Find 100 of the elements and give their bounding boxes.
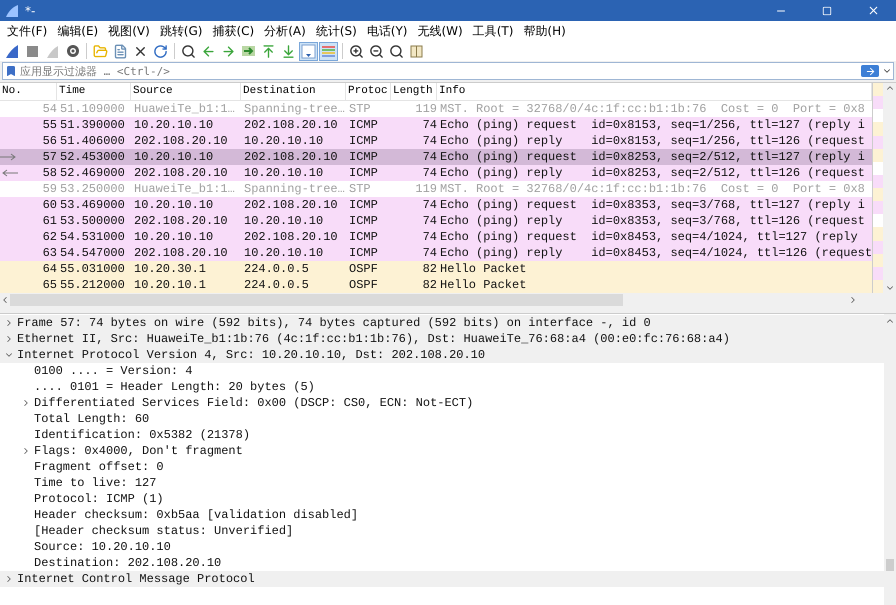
folder-icon xyxy=(93,44,108,58)
column-header[interactable]: Length xyxy=(391,83,437,100)
table-cell-text: ICMP xyxy=(348,117,379,133)
table-cell-text: 202.108.20.10 xyxy=(133,213,229,229)
table-cell-text: 51.390000 xyxy=(59,117,126,133)
menu-item[interactable]: 工具(T) xyxy=(468,21,518,41)
table-cell-text: ICMP xyxy=(348,197,379,213)
table-cell-text: ICMP xyxy=(348,133,379,149)
packet-row[interactable]: 56 51.406000 202.108.20.10 10.20.10.10 ICMP 74 Echo (ping) reply id=0x8153, seq=1/256, ttl=126 (request xyxy=(0,133,872,149)
arrow-right-icon xyxy=(864,66,876,76)
table-cell-text: 55.212000 xyxy=(59,277,126,293)
search-icon xyxy=(181,44,196,58)
table-cell-text: STP xyxy=(348,181,372,197)
table-cell-text: ICMP xyxy=(348,229,379,245)
display-filter-field[interactable]: 应用显示过滤器 … <Ctrl-/> xyxy=(2,62,894,80)
table-cell-text: 53.469000 xyxy=(59,197,126,213)
menu-item[interactable]: 编辑(E) xyxy=(52,21,104,41)
tree-row[interactable]: Frame 57: 74 bytes on wire (592 bits), 74 bytes captured (592 bits) on interface -, id 0 xyxy=(0,315,884,331)
column-header[interactable]: Source xyxy=(131,83,241,100)
table-cell-text: Echo (ping) request id=0x8353, seq=3/768, ttl=127 (reply i xyxy=(439,197,866,213)
shark-fin-icon xyxy=(5,4,19,18)
table-cell-text: 51.109000 xyxy=(59,101,126,117)
table-cell-text: 202.108.20.10 xyxy=(243,229,339,245)
table-cell-text: MST. Root = 32768/0/4c:1f:cc:b1:1b:76 Cost = 0 Port = 0x8 xyxy=(439,101,866,117)
table-cell: 65 xyxy=(42,277,57,293)
vertical-scrollbar[interactable] xyxy=(884,314,896,605)
tree-row[interactable]: Internet Protocol Version 4, Src: 10.20.10.10, Dst: 202.108.20.10 xyxy=(0,347,884,363)
table-cell-text: 202.108.20.10 xyxy=(133,245,229,261)
packet-row[interactable]: 60 53.469000 10.20.10.10 202.108.20.10 ICMP 74 Echo (ping) request id=0x8353, seq=3/768, ttl=127 (reply i xyxy=(0,197,872,213)
table-cell-text: Echo (ping) request id=0x8153, seq=1/256, ttl=127 (reply i xyxy=(439,117,866,133)
tree-row[interactable]: Ethernet II, Src: HuaweiTe_b1:1b:76 (4c:1f:cc:b1:1b:76), Dst: HuaweiTe_76:68:a4 (00:e0:fc:76:68:a4) xyxy=(0,331,884,347)
table-cell-text: 202.108.20.10 xyxy=(133,165,229,181)
table-cell-text: 52.453000 xyxy=(59,149,126,165)
table-cell-text: 74 xyxy=(422,133,437,149)
table-cell-text: 74 xyxy=(422,117,437,133)
shark-fin-icon xyxy=(45,44,60,58)
menu-item[interactable]: 文件(F) xyxy=(2,21,52,41)
tree-row[interactable]: Internet Control Message Protocol xyxy=(0,571,884,587)
table-cell: 64 xyxy=(42,261,57,277)
menu-item[interactable]: 电话(Y) xyxy=(362,21,412,41)
packet-row[interactable]: 61 53.500000 202.108.20.10 10.20.10.10 ICMP 74 Echo (ping) reply id=0x8353, seq=3/768, ttl=126 (request xyxy=(0,213,872,229)
menu-item[interactable]: 跳转(G) xyxy=(154,21,208,41)
column-header[interactable]: Destination xyxy=(241,83,346,100)
table-cell-text: 119 xyxy=(414,181,437,197)
table-cell-text: ICMP xyxy=(348,149,379,165)
packet-row[interactable]: 57 52.453000 10.20.10.10 202.108.20.10 ICMP 74 Echo (ping) request id=0x8253, seq=2/512, ttl=127 (reply i xyxy=(0,149,872,165)
menu-item[interactable]: 统计(S) xyxy=(310,21,362,41)
table-cell-text: MST. Root = 32768/0/4c:1f:cc:b1:1b:76 Cost = 0 Port = 0x8 xyxy=(439,181,866,197)
packet-row[interactable]: 62 54.531000 10.20.10.10 202.108.20.10 ICMP 74 Echo (ping) request id=0x8453, seq=4/1024, ttl=127 (reply xyxy=(0,229,872,245)
table-cell: 57 xyxy=(42,149,57,165)
menu-item[interactable]: 帮助(H) xyxy=(518,21,571,41)
table-cell-text: 10.20.10.10 xyxy=(133,117,214,133)
packet-row[interactable]: 65 55.212000 10.20.10.1 224.0.0.5 OSPF 82 Hello Packet xyxy=(0,277,872,293)
table-cell-text: 74 xyxy=(422,149,437,165)
table-cell-text: 10.20.10.10 xyxy=(243,213,324,229)
table-cell-text: Echo (ping) reply id=0x8153, seq=1/256, ttl=126 (request xyxy=(439,133,866,149)
close-icon xyxy=(866,4,880,17)
table-cell-text: 82 xyxy=(422,277,437,293)
table-cell: 62 xyxy=(42,229,57,245)
menu-item[interactable]: 视图(V) xyxy=(103,21,155,41)
table-cell-text: 10.20.30.1 xyxy=(133,261,208,277)
column-header[interactable]: No. xyxy=(0,83,57,100)
horizontal-scrollbar[interactable] xyxy=(0,293,896,307)
zoom-out-icon xyxy=(369,44,384,58)
table-cell-text: Echo (ping) reply id=0x8453, seq=4/1024, ttl=126 (request xyxy=(439,245,872,261)
table-cell-text: 74 xyxy=(422,213,437,229)
shark-fin-icon xyxy=(5,44,20,58)
menu-item[interactable]: 分析(A) xyxy=(259,21,311,41)
jump-icon xyxy=(241,44,256,58)
table-cell-text: 51.406000 xyxy=(59,133,126,149)
table-cell: 56 xyxy=(42,133,57,149)
scrollbar-thumb[interactable] xyxy=(886,559,894,571)
packet-row[interactable]: 63 54.547000 202.108.20.10 10.20.10.10 ICMP 74 Echo (ping) reply id=0x8453, seq=4/1024, ttl=126 (request xyxy=(0,245,872,261)
packet-row[interactable]: 64 55.031000 10.20.30.1 224.0.0.5 OSPF 82 Hello Packet xyxy=(0,261,872,277)
table-cell-text: 55.031000 xyxy=(59,261,126,277)
apply-filter-button[interactable] xyxy=(861,65,879,77)
table-cell-text: 52.469000 xyxy=(59,165,126,181)
bookmark-icon xyxy=(5,65,17,77)
packet-row[interactable]: 58 52.469000 202.108.20.10 10.20.10.10 ICMP 74 Echo (ping) reply id=0x8253, seq=2/512, ttl=126 (request xyxy=(0,165,872,181)
packet-minimap[interactable] xyxy=(872,83,883,293)
table-cell-text: Echo (ping) reply id=0x8253, seq=2/512, ttl=126 (request xyxy=(439,165,866,181)
zoom-reset-icon xyxy=(389,44,404,58)
scrollbar-thumb[interactable] xyxy=(10,294,623,306)
table-cell-text: 10.20.10.1 xyxy=(133,277,208,293)
forward-arrow-icon xyxy=(221,44,236,58)
column-header[interactable]: Info xyxy=(437,83,872,100)
vertical-scrollbar[interactable] xyxy=(883,83,896,293)
table-cell-text: 74 xyxy=(422,245,437,261)
maximize-icon xyxy=(822,6,832,16)
table-cell-text: OSPF xyxy=(348,277,379,293)
table-cell: 60 xyxy=(42,197,57,213)
menu-item[interactable]: 无线(W) xyxy=(412,21,468,41)
colorize-icon xyxy=(321,44,336,58)
table-cell: 59 xyxy=(42,181,57,197)
column-header[interactable]: Time xyxy=(57,83,131,100)
column-header[interactable]: Protoc xyxy=(346,83,391,100)
menu-item[interactable]: 捕获(C) xyxy=(207,21,260,41)
table-cell-text: ICMP xyxy=(348,245,379,261)
packet-row[interactable]: 55 51.390000 10.20.10.10 202.108.20.10 ICMP 74 Echo (ping) request id=0x8153, seq=1/256, ttl=127 (reply i xyxy=(0,117,872,133)
table-cell: 58 xyxy=(42,165,57,181)
